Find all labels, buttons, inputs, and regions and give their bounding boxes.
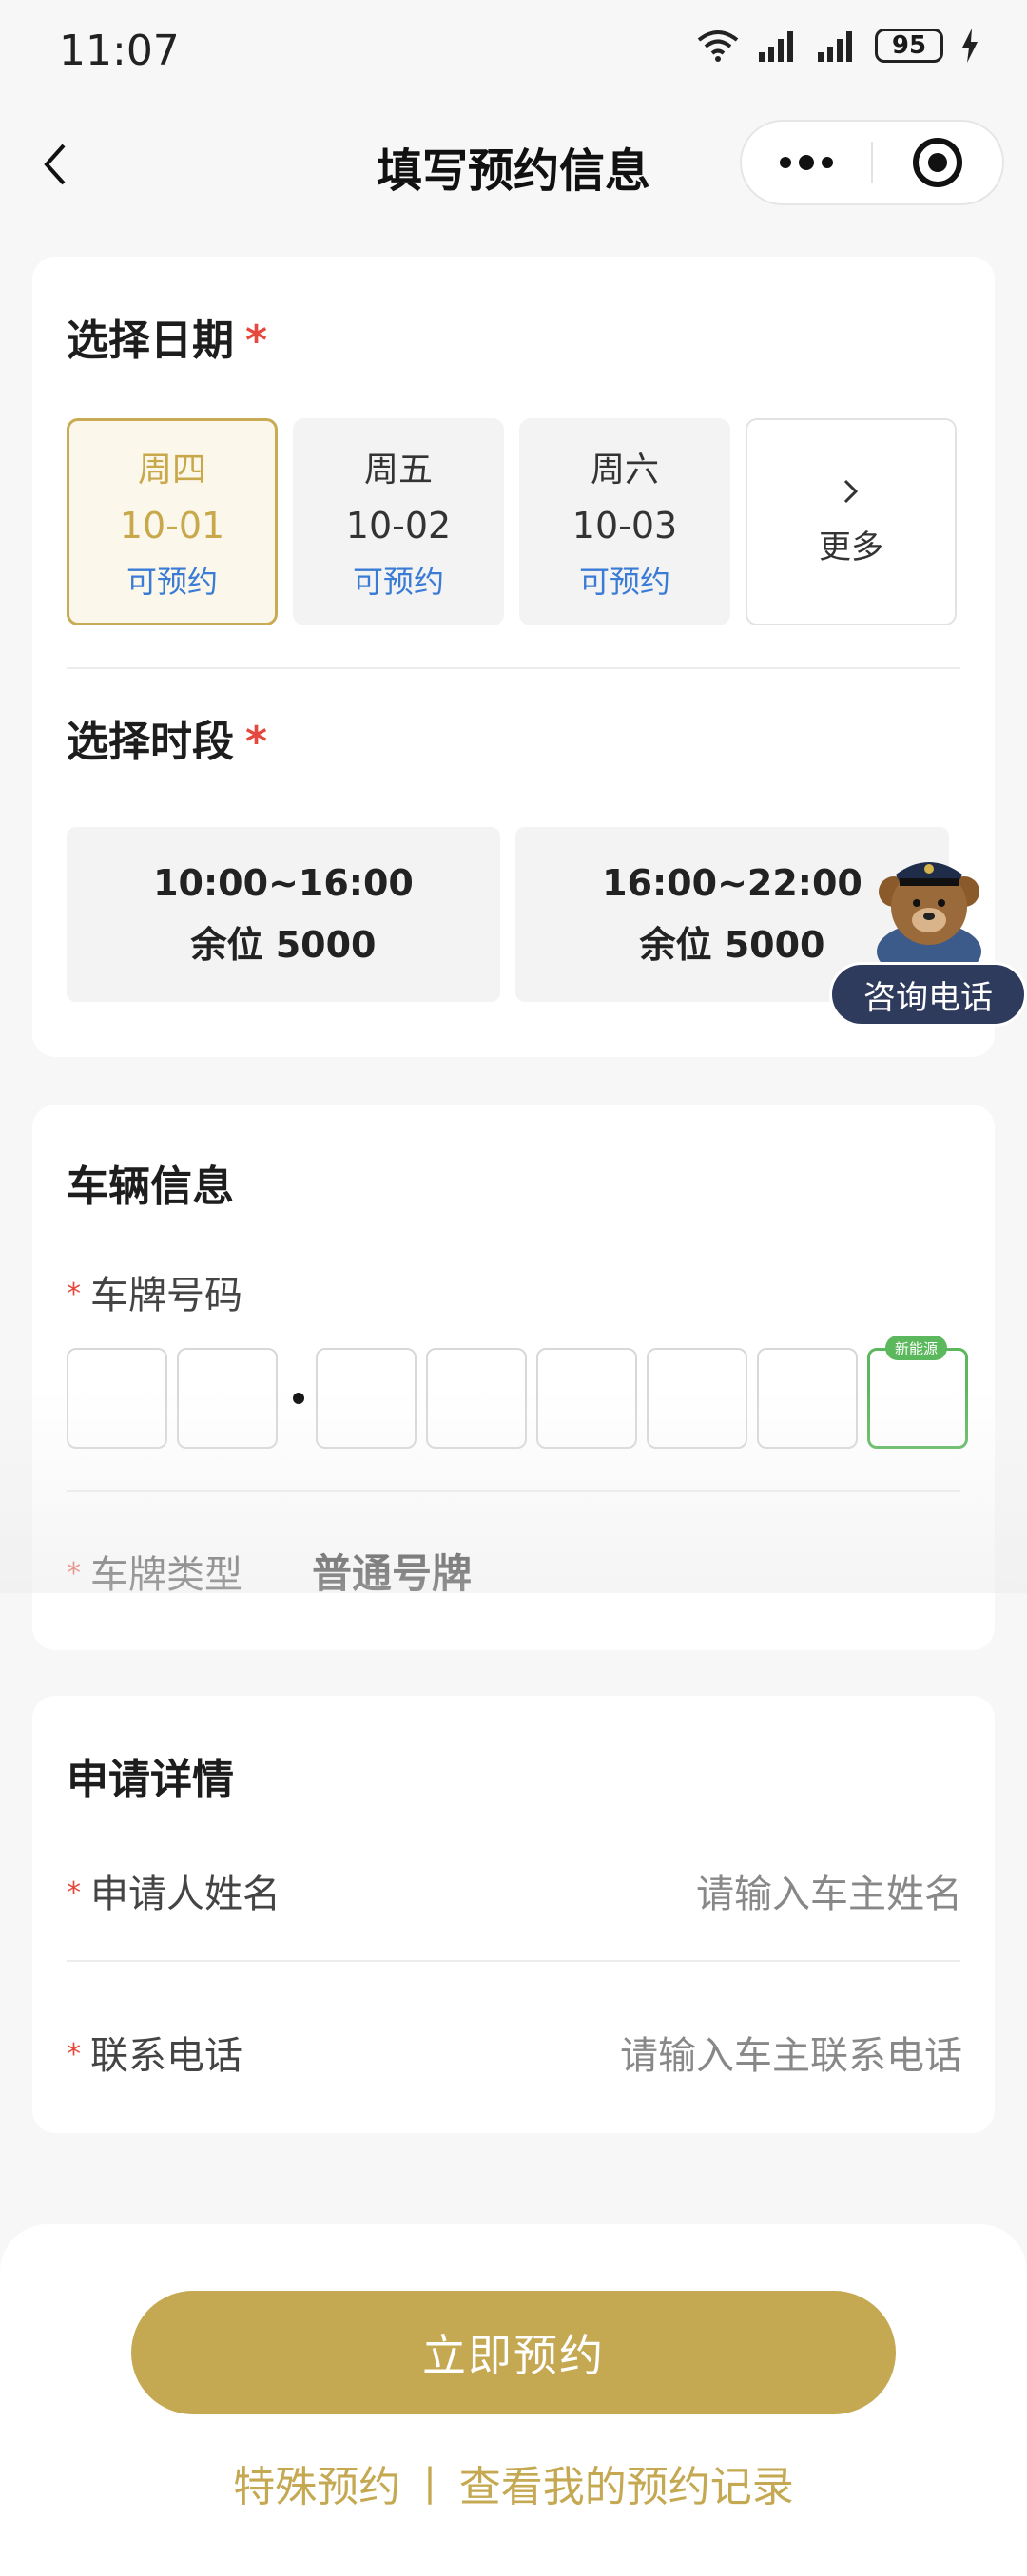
applicant-name-label: * 申请人姓名: [67, 1873, 281, 1916]
application-card: 申请详情 * 申请人姓名 请输入车主姓名 * 联系电话 请输入车主联系电话: [32, 1696, 995, 2133]
plate-char-box[interactable]: [647, 1348, 747, 1449]
target-icon: [912, 138, 962, 187]
links-separator: |: [423, 2461, 436, 2505]
plate-char-box[interactable]: [757, 1348, 858, 1449]
wifi-icon: [697, 30, 739, 62]
slot-options: 10:00~16:00 余位 5000 16:00~22:00 余位 5000: [67, 827, 949, 1002]
battery-indicator: 95: [875, 29, 943, 63]
plate-separator-dot: [293, 1393, 304, 1404]
status-bar: 11:07 95: [0, 0, 1027, 105]
slot-section-title: 选择时段 *: [67, 718, 268, 766]
plate-char-box[interactable]: [536, 1348, 637, 1449]
plate-char-box-new-energy[interactable]: 新能源: [867, 1336, 968, 1449]
plate-char-box[interactable]: [426, 1348, 527, 1449]
application-section-title: 申请详情: [67, 1756, 234, 1804]
plate-number-label: * 车牌号码: [67, 1274, 242, 1317]
mini-program-capsule: [740, 120, 1004, 205]
date-section-title: 选择日期 *: [67, 317, 268, 365]
status-time: 11:07: [59, 27, 180, 75]
divider: [67, 667, 960, 669]
more-dates-button[interactable]: 更多: [746, 418, 957, 625]
date-option[interactable]: 周五 10-02 可预约: [293, 418, 504, 625]
submit-reservation-button[interactable]: 立即预约: [131, 2291, 896, 2414]
divider: [67, 1490, 960, 1492]
date-options: 周四 10-01 可预约 周五 10-02 可预约 周六 10-03 可预约 更…: [67, 418, 957, 625]
plate-number-input: 新能源: [67, 1336, 978, 1449]
signal-icon: [759, 31, 793, 62]
plate-char-box[interactable]: [67, 1348, 167, 1449]
nav-bar: 填写预约信息: [0, 105, 1027, 219]
plate-char-box[interactable]: [316, 1348, 417, 1449]
chevron-right-icon: [843, 479, 859, 503]
signal-icon: [818, 31, 852, 62]
close-mini-program-button[interactable]: [873, 120, 1002, 205]
applicant-name-input[interactable]: 请输入车主姓名: [696, 1863, 962, 1918]
more-menu-button[interactable]: [742, 120, 871, 205]
more-dots-icon: [780, 155, 833, 170]
my-reservations-link[interactable]: 查看我的预约记录: [459, 2452, 794, 2513]
plate-char-box[interactable]: [177, 1348, 278, 1449]
date-option[interactable]: 周六 10-03 可预约: [519, 418, 730, 625]
charging-icon: [962, 29, 978, 63]
consult-phone-button[interactable]: 咨询电话: [829, 833, 1027, 1032]
contact-phone-label: * 联系电话: [67, 2034, 242, 2078]
consult-phone-label: 咨询电话: [829, 962, 1027, 1027]
special-reservation-link[interactable]: 特殊预约: [233, 2452, 400, 2513]
plate-type-select[interactable]: 普通号牌: [312, 1542, 472, 1600]
divider: [67, 1960, 960, 1962]
bottom-action-panel: 立即预约 特殊预约 | 查看我的预约记录: [0, 2224, 1027, 2576]
new-energy-badge: 新能源: [885, 1336, 948, 1360]
status-icons: 95: [696, 29, 979, 63]
time-slot-option[interactable]: 10:00~16:00 余位 5000: [67, 827, 500, 1002]
plate-type-label: * 车牌类型: [67, 1553, 242, 1597]
bottom-links: 特殊预约 | 查看我的预约记录: [0, 2452, 1027, 2513]
vehicle-section-title: 车辆信息: [67, 1163, 234, 1211]
vehicle-card: 车辆信息 * 车牌号码 新能源 * 车牌类型 普通号牌: [32, 1105, 995, 1650]
date-option-selected[interactable]: 周四 10-01 可预约: [67, 418, 278, 625]
contact-phone-input[interactable]: 请输入车主联系电话: [620, 2025, 962, 2080]
police-bear-mascot-icon: [877, 862, 981, 975]
